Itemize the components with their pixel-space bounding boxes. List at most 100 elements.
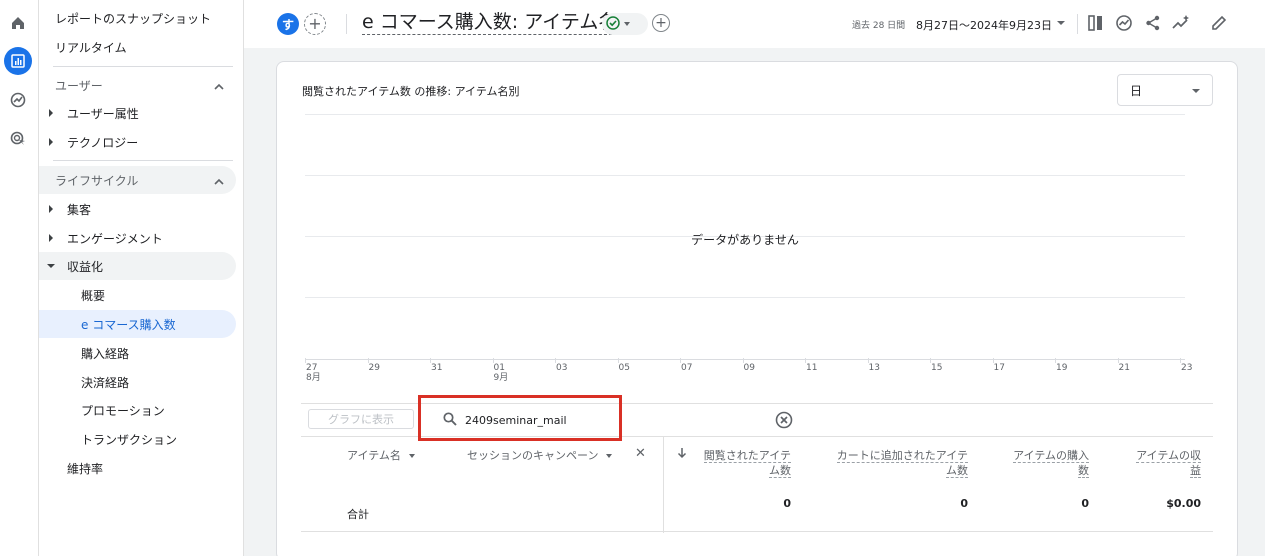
x-tick-label: 07 — [681, 363, 693, 373]
nav-ecommerce-purchases[interactable]: e コマース購入数 — [39, 310, 236, 338]
nav-purchase-journey[interactable]: 購入経路 — [39, 339, 236, 367]
total-added-to-cart: 0 — [960, 497, 968, 510]
chevron-down-icon[interactable] — [1057, 21, 1065, 25]
nav-label: レポートのスナップショット — [55, 11, 212, 26]
caret-down-icon — [47, 264, 55, 268]
chart-title: 閲覧されたアイテム数 の推移: アイテム名別 — [302, 85, 520, 98]
nav-label: e コマース購入数 — [81, 317, 176, 332]
nav-technology[interactable]: テクノロジー — [39, 128, 236, 156]
left-rail — [0, 0, 39, 556]
total-label: 合計 — [347, 508, 369, 521]
section-label: ライフサイクル — [55, 173, 139, 188]
x-axis-line — [305, 359, 1185, 360]
plot-rows-button[interactable]: グラフに表示 — [308, 409, 414, 429]
caret-right-icon — [49, 234, 53, 242]
nav-label: 収益化 — [67, 259, 104, 274]
report-header: す + e コマース購入数: アイテム名 + 過去 28 日間 8月27日～20… — [244, 0, 1265, 48]
nav-engagement[interactable]: エンゲージメント — [39, 224, 236, 252]
column-label: カートに追加されたアイテ — [836, 449, 968, 463]
caret-right-icon — [49, 138, 53, 146]
page-title[interactable]: e コマース購入数: アイテム名 — [362, 10, 618, 35]
remove-dimension-icon[interactable]: ✕ — [635, 446, 646, 461]
nav-label: 概要 — [81, 288, 106, 303]
home-icon[interactable] — [4, 9, 32, 37]
nav-monetization-overview[interactable]: 概要 — [39, 281, 236, 309]
column-header-added-to-cart[interactable]: カートに追加されたアイテ ム数 — [811, 448, 968, 478]
nav-checkout-journey[interactable]: 決済経路 — [39, 368, 236, 396]
date-past-label: 過去 28 日間 — [852, 21, 906, 31]
edit-icon[interactable] — [1208, 12, 1230, 34]
chevron-up-icon — [214, 80, 224, 94]
sort-down-icon[interactable] — [677, 447, 687, 463]
add-comparison-button[interactable]: + — [304, 13, 326, 35]
column-header-viewed[interactable]: 閲覧されたアイテ ム数 — [691, 448, 791, 478]
nav-label: リアルタイム — [55, 40, 127, 55]
column-label: アイテム名 — [347, 449, 401, 462]
nav-label: 決済経路 — [81, 375, 130, 390]
add-filter-button[interactable]: + — [652, 14, 670, 32]
nav-realtime[interactable]: リアルタイム — [39, 33, 236, 61]
reports-icon[interactable] — [4, 47, 32, 75]
explore-icon[interactable] — [4, 86, 32, 114]
date-range[interactable]: 8月27日～2024年9月23日 — [916, 17, 1052, 33]
x-tick-label: 29 — [368, 363, 380, 373]
chevron-down-icon — [624, 22, 630, 26]
column-header-campaign[interactable]: セッションのキャンペーン — [467, 448, 613, 463]
nav-label: トランザクション — [81, 432, 178, 447]
period-value: 日 — [1130, 83, 1143, 98]
chevron-down-icon — [606, 454, 613, 458]
column-header-purchased[interactable]: アイテムの購入 数 — [989, 448, 1089, 478]
x-tick-label: 23 — [1181, 363, 1193, 373]
divider — [53, 66, 233, 67]
plus-icon: + — [308, 14, 322, 33]
column-header-item-name[interactable]: アイテム名 — [347, 448, 415, 463]
nav-acquisition[interactable]: 集客 — [39, 195, 236, 223]
period-select[interactable]: 日 — [1117, 74, 1213, 106]
section-label: ユーザー — [55, 78, 103, 93]
nav-label: エンゲージメント — [67, 231, 163, 246]
avatar-letter: す — [281, 17, 294, 32]
nav-retention[interactable]: 維持率 — [39, 454, 236, 482]
divider — [1077, 14, 1078, 34]
nav-label: ユーザー属性 — [67, 106, 139, 121]
column-header-revenue[interactable]: アイテムの収 益 — [1119, 448, 1201, 478]
x-tick-label: 09 — [743, 363, 755, 373]
share-icon[interactable] — [1142, 12, 1164, 34]
nav-user-attributes[interactable]: ユーザー属性 — [39, 99, 236, 127]
sidebar: レポートのスナップショット リアルタイム ユーザー ユーザー属性 テクノロジー … — [39, 0, 244, 556]
data-table: アイテム名 セッションのキャンペーン ✕ 閲覧されたアイテ ム数 カートに追加さ… — [301, 436, 1213, 533]
total-viewed: 0 — [783, 497, 791, 510]
nav-label: 集客 — [67, 202, 92, 217]
column-label: アイテムの収 — [1136, 449, 1201, 463]
column-label: アイテムの購入 — [1013, 449, 1089, 463]
x-tick-label: 19 — [1056, 363, 1068, 373]
compare-icon[interactable] — [1085, 12, 1107, 34]
grid-line — [305, 175, 1185, 176]
insights-icon[interactable] — [1113, 12, 1135, 34]
x-tick-label: 27 8月 — [306, 363, 321, 383]
divider — [53, 160, 233, 161]
advertising-icon[interactable] — [4, 125, 32, 153]
clear-search-icon[interactable] — [775, 411, 793, 429]
grid-line — [305, 114, 1185, 115]
x-tick-label: 13 — [868, 363, 880, 373]
plus-icon: + — [655, 15, 667, 31]
nav-transactions[interactable]: トランザクション — [39, 425, 236, 453]
status-chip[interactable] — [602, 13, 648, 35]
chevron-down-icon — [1192, 89, 1200, 93]
nav-promotions[interactable]: プロモーション — [39, 396, 236, 424]
nav-label: 購入経路 — [81, 346, 130, 361]
nav-label: プロモーション — [81, 403, 165, 418]
column-label: 閲覧されたアイテ — [703, 449, 791, 463]
nav-section-user[interactable]: ユーザー — [39, 71, 236, 99]
search-highlight-box — [418, 395, 622, 441]
column-label: ム数 — [946, 464, 968, 478]
nav-label: テクノロジー — [67, 135, 139, 150]
trend-sparkle-icon[interactable] — [1170, 12, 1192, 34]
nav-snapshot[interactable]: レポートのスナップショット — [39, 4, 236, 32]
comparison-avatar[interactable]: す — [277, 13, 299, 35]
no-data-message: データがありません — [691, 233, 799, 247]
chart-plot-area: データがありません — [305, 114, 1185, 361]
nav-section-lifecycle[interactable]: ライフサイクル — [39, 166, 236, 194]
nav-monetization[interactable]: 収益化 — [39, 252, 236, 280]
